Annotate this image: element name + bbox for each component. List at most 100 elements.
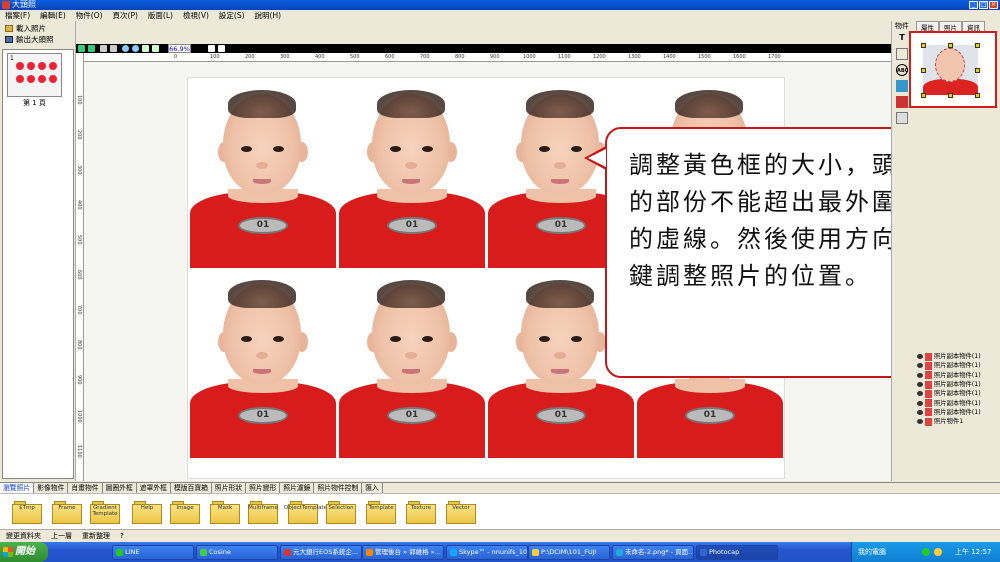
- folder-icon[interactable]: Gradient Template: [90, 499, 120, 524]
- visibility-icon[interactable]: [917, 409, 923, 415]
- folder-icon[interactable]: ObjectTemplate: [284, 499, 327, 524]
- text-tool-icon[interactable]: T: [896, 32, 908, 44]
- change-folder-button[interactable]: 變更資料夾: [6, 530, 41, 542]
- copy-icon[interactable]: [100, 45, 107, 52]
- textbox-tool-icon[interactable]: [896, 48, 908, 60]
- taskbar-item[interactable]: Skype™ - nnunifs_1005: [446, 545, 528, 560]
- baby-photo[interactable]: 01: [190, 272, 336, 458]
- library-tab[interactable]: 照片物件控制: [314, 483, 363, 493]
- menu-view[interactable]: 檢視(V): [178, 10, 214, 21]
- photo-preview[interactable]: [909, 31, 997, 108]
- menu-file[interactable]: 檔案(F): [0, 10, 35, 21]
- library-tab[interactable]: 瀏覽照片: [0, 483, 35, 493]
- maximize-button[interactable]: □: [979, 1, 988, 9]
- art-text-icon[interactable]: ABC: [896, 64, 908, 76]
- visibility-icon[interactable]: [917, 400, 923, 406]
- resize-handle[interactable]: [975, 68, 980, 73]
- folder-icon[interactable]: Selection: [326, 499, 356, 524]
- refresh-button[interactable]: 重新整理: [82, 530, 110, 542]
- taskbar-item[interactable]: 元大銀行EOS系統企...: [280, 545, 362, 560]
- load-photo-button[interactable]: 載入照片: [0, 23, 75, 34]
- fit-page-icon[interactable]: [142, 45, 149, 52]
- menu-layout[interactable]: 版面(L): [143, 10, 178, 21]
- folder-icon[interactable]: Multiframe: [248, 499, 278, 524]
- menu-help[interactable]: 說明(H): [250, 10, 287, 21]
- folder-icon[interactable]: Texture: [406, 499, 436, 524]
- zoom-in-icon[interactable]: [122, 45, 129, 52]
- resize-handle[interactable]: [921, 68, 926, 73]
- hand-icon[interactable]: [218, 45, 225, 52]
- folder-icon[interactable]: Help: [132, 499, 162, 524]
- layer-tool-icon[interactable]: [896, 112, 908, 124]
- network-icon[interactable]: [922, 548, 930, 556]
- close-button[interactable]: ×: [989, 1, 998, 9]
- library-tab[interactable]: 遮罩外框: [137, 483, 171, 493]
- library-tab[interactable]: 肖畫物件: [68, 483, 103, 493]
- visibility-icon[interactable]: [917, 382, 923, 388]
- folder-icon[interactable]: $Tmp: [12, 499, 42, 524]
- help-button[interactable]: ?: [120, 530, 124, 542]
- visibility-icon[interactable]: [917, 372, 923, 378]
- folder-label: Gradient Template: [92, 505, 118, 517]
- undo-icon[interactable]: [78, 45, 85, 52]
- object-list-item[interactable]: 照片物件1: [917, 417, 999, 426]
- start-button[interactable]: 開始: [0, 542, 48, 562]
- library-tab[interactable]: 照片濾鏡: [280, 483, 315, 493]
- volume-icon[interactable]: [934, 548, 942, 556]
- menu-settings[interactable]: 設定(S): [214, 10, 250, 21]
- minimize-button[interactable]: _: [969, 1, 978, 9]
- library-tab[interactable]: 影像物件: [34, 483, 69, 493]
- object-list-item[interactable]: 照片副本物件(1): [917, 398, 999, 408]
- menu-object[interactable]: 物件(O): [71, 10, 108, 21]
- actual-size-icon[interactable]: [152, 45, 159, 52]
- resize-handle[interactable]: [975, 43, 980, 48]
- taskbar-item[interactable]: Photocap: [696, 545, 778, 560]
- object-list-item[interactable]: 照片副本物件(1): [917, 380, 999, 389]
- object-list-item[interactable]: 照片副本物件(1): [917, 361, 999, 370]
- taskbar-item[interactable]: 未命名-2.png* - 頁面...: [612, 545, 694, 560]
- folder-icon[interactable]: Mask: [210, 499, 240, 524]
- menu-edit[interactable]: 編輯(E): [35, 10, 71, 21]
- menu-page[interactable]: 頁次(P): [108, 10, 143, 21]
- taskbar-item[interactable]: P:\DCIM\101_FUJI: [528, 545, 610, 560]
- image-tool-icon[interactable]: [896, 80, 908, 92]
- visibility-icon[interactable]: [917, 419, 923, 425]
- baby-photo[interactable]: 01: [190, 82, 336, 268]
- taskbar-item[interactable]: Cosine: [196, 545, 278, 560]
- library-tab[interactable]: 照片形狀: [212, 483, 247, 493]
- object-list-item[interactable]: 照片副本物件(1): [917, 352, 999, 361]
- export-photo-button[interactable]: 輸出大頭照: [0, 34, 75, 45]
- folder-icon[interactable]: Vector: [446, 499, 476, 524]
- object-list-item[interactable]: 照片副本物件(1): [917, 371, 999, 380]
- baby-photo[interactable]: 01: [339, 272, 485, 458]
- visibility-icon[interactable]: [917, 391, 923, 397]
- resize-handle[interactable]: [921, 93, 926, 98]
- page-thumbnail[interactable]: 1: [7, 53, 62, 97]
- folder-icon[interactable]: Template: [366, 499, 396, 524]
- resize-handle[interactable]: [975, 93, 980, 98]
- resize-handle[interactable]: [921, 43, 926, 48]
- baby-photo[interactable]: 01: [339, 82, 485, 268]
- visibility-icon[interactable]: [917, 363, 923, 369]
- library-tab[interactable]: 照片變形: [246, 483, 281, 493]
- resize-handle[interactable]: [948, 43, 953, 48]
- paste-icon[interactable]: [110, 45, 117, 52]
- up-level-button[interactable]: 上一層: [51, 530, 72, 542]
- taskbar-item[interactable]: 管理後台 » 郭維格 »...: [362, 545, 444, 560]
- visibility-icon[interactable]: [917, 354, 923, 360]
- redo-icon[interactable]: [88, 45, 95, 52]
- resize-handle[interactable]: [948, 93, 953, 98]
- zoom-out-icon[interactable]: [132, 45, 139, 52]
- folder-icon[interactable]: Frame: [52, 499, 82, 524]
- folder-icon[interactable]: Image: [170, 499, 200, 524]
- taskbar-item[interactable]: LINE: [112, 545, 194, 560]
- library-tab[interactable]: 匯入: [362, 483, 383, 493]
- zoom-level[interactable]: 66.9%: [168, 44, 191, 53]
- frame-tool-icon[interactable]: [896, 96, 908, 108]
- object-list-item[interactable]: 照片副本物件(1): [917, 389, 999, 398]
- library-tab[interactable]: 圖圈外框: [103, 483, 137, 493]
- object-list-item[interactable]: 照片副本物件(1): [917, 408, 999, 417]
- library-tab[interactable]: 模版百寶箱: [171, 483, 212, 493]
- mouth: [402, 369, 420, 374]
- pointer-icon[interactable]: [208, 45, 215, 52]
